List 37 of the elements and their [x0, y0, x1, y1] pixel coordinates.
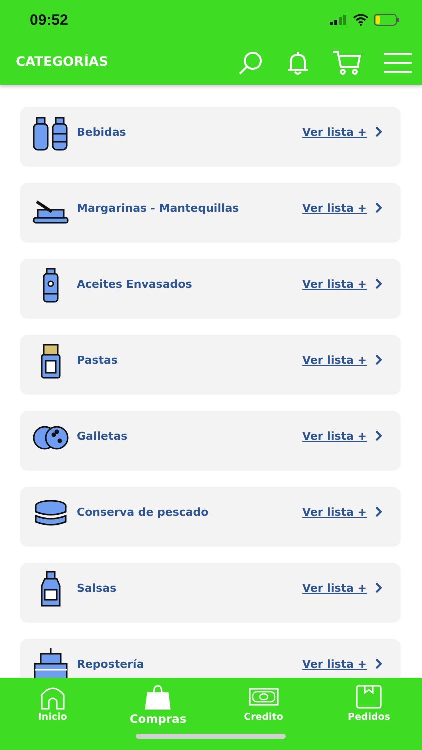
category-card[interactable]: Conserva de pescado Ver lista +: [20, 487, 401, 547]
category-name: Conserva de pescado: [77, 506, 210, 518]
category-card[interactable]: Pastas Ver lista +: [20, 335, 401, 395]
wifi-icon: [353, 14, 369, 26]
view-list-link[interactable]: Ver lista +: [302, 506, 367, 518]
status-time: 09:52: [30, 12, 68, 28]
chevron-right-icon[interactable]: [375, 278, 383, 290]
view-list-link[interactable]: Ver lista +: [302, 430, 367, 442]
category-name: Bebidas: [77, 126, 128, 138]
view-list-link[interactable]: Ver lista +: [302, 278, 367, 290]
chevron-right-icon[interactable]: [375, 582, 383, 594]
chevron-right-icon[interactable]: [375, 506, 383, 518]
view-list-link[interactable]: Ver lista +: [302, 658, 367, 670]
page-title: CATEGORÍAS: [16, 55, 108, 70]
view-list-link[interactable]: Ver lista +: [302, 126, 367, 138]
chevron-right-icon[interactable]: [375, 126, 383, 138]
view-list-link[interactable]: Ver lista +: [302, 582, 367, 594]
category-name: Aceites Envasados: [77, 278, 194, 290]
chevron-right-icon[interactable]: [375, 658, 383, 670]
battery-icon: [374, 14, 400, 26]
category-name: Pastas: [77, 354, 119, 366]
category-card[interactable]: Repostería Ver lista +: [20, 639, 401, 678]
chevron-right-icon[interactable]: [375, 430, 383, 442]
category-card[interactable]: Aceites Envasados Ver lista +: [20, 259, 401, 319]
signal-icon: [330, 15, 348, 25]
chevron-right-icon[interactable]: [375, 202, 383, 214]
category-name: Galletas: [77, 430, 129, 442]
category-card[interactable]: Margarinas - Mantequillas Ver lista +: [20, 183, 401, 243]
category-card[interactable]: Bebidas Ver lista +: [20, 107, 401, 167]
view-list-link[interactable]: Ver lista +: [302, 202, 367, 214]
category-card[interactable]: Galletas Ver lista +: [20, 411, 401, 471]
view-list-link[interactable]: Ver lista +: [302, 354, 367, 366]
category-name: Repostería: [77, 658, 146, 670]
chevron-right-icon[interactable]: [375, 354, 383, 366]
category-name: Salsas: [77, 582, 118, 594]
category-name: Margarinas - Mantequillas: [77, 202, 240, 214]
category-card[interactable]: Salsas Ver lista +: [20, 563, 401, 623]
